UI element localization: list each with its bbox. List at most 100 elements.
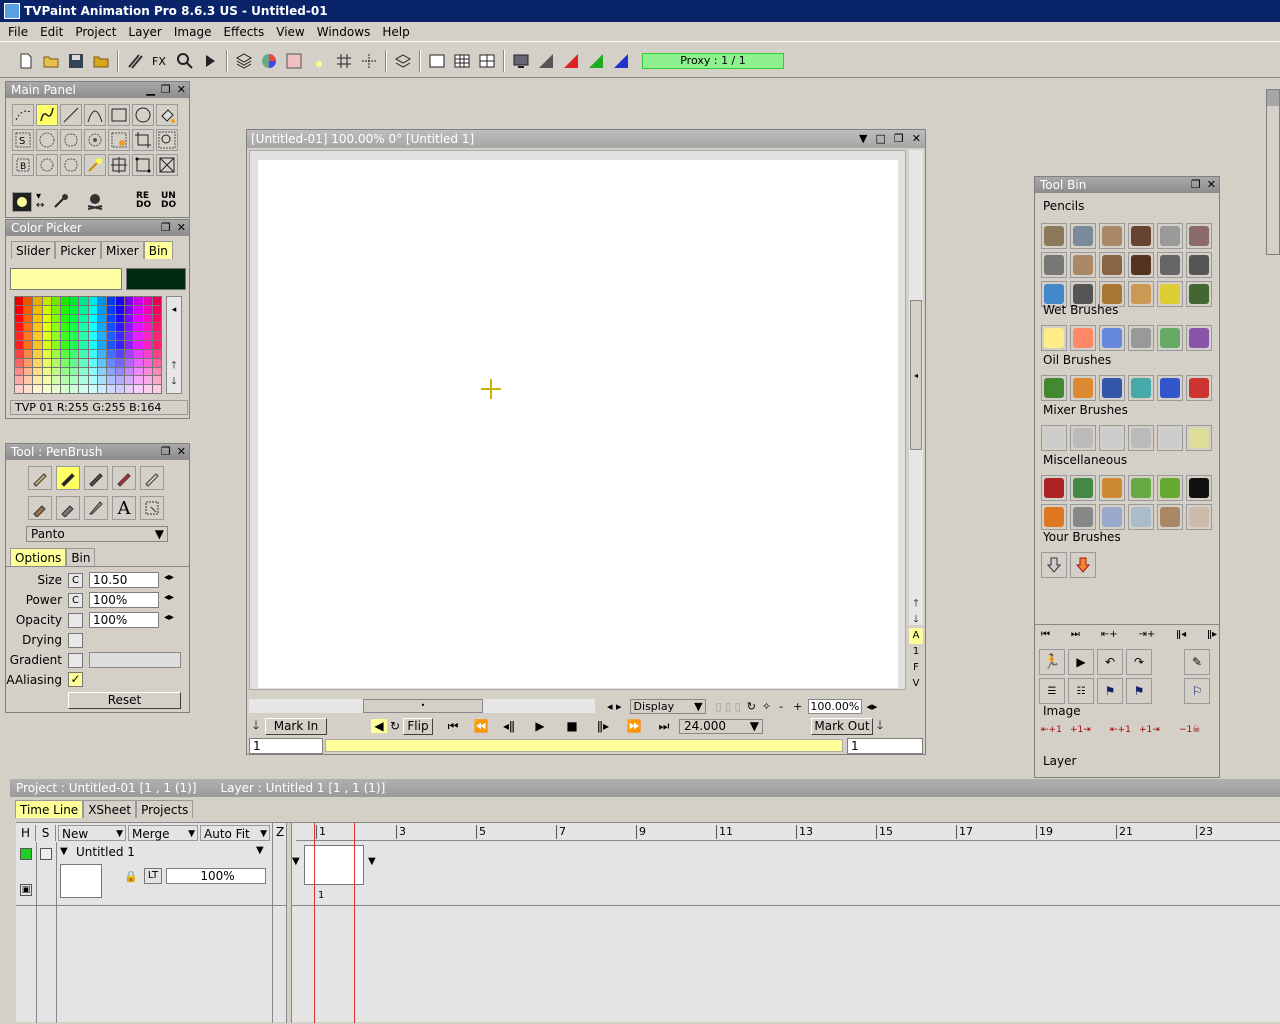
color-swatch[interactable] — [15, 332, 24, 341]
color-swatch[interactable] — [97, 349, 106, 358]
wand-tool-icon[interactable] — [84, 154, 106, 176]
color-swatch[interactable] — [88, 376, 97, 385]
color-swatch[interactable] — [33, 349, 42, 358]
gradient-checkbox[interactable] — [68, 653, 83, 668]
step-forward-icon[interactable]: ǁ▸ — [1207, 629, 1217, 640]
color-swatch[interactable] — [79, 341, 88, 349]
image-dup-after-icon[interactable]: +1⇥ — [1139, 725, 1165, 735]
color-swatch[interactable] — [15, 323, 24, 332]
color-swatch[interactable] — [106, 367, 116, 376]
color-swatch[interactable] — [116, 358, 125, 367]
restore-icon[interactable]: ❐ — [161, 82, 171, 98]
color-swatch[interactable] — [106, 323, 116, 332]
color-swatch[interactable] — [33, 358, 42, 367]
color-swatch[interactable] — [116, 349, 125, 358]
airbrush-icon[interactable] — [56, 496, 80, 520]
power-stepper-icon[interactable]: ◂▸ — [164, 592, 174, 603]
color-swatch[interactable] — [79, 367, 88, 376]
color-swatch[interactable] — [60, 358, 70, 367]
flip-button[interactable]: Flip — [403, 717, 433, 735]
color-swatch[interactable] — [134, 341, 143, 349]
frame-start-field[interactable]: 1 — [249, 737, 323, 754]
color-swatch[interactable] — [97, 297, 106, 305]
color-swatch[interactable] — [116, 314, 125, 323]
color-swatch[interactable] — [79, 332, 88, 341]
color-swatch[interactable] — [33, 305, 42, 314]
horizontal-scroll-thumb[interactable]: • — [363, 699, 483, 713]
channel-blue-icon[interactable] — [609, 49, 633, 73]
size-stepper-icon[interactable]: ◂▸ — [164, 572, 174, 583]
image-insert-icon[interactable]: ⇤+1 — [1041, 725, 1067, 735]
color-swatch[interactable] — [51, 323, 60, 332]
color-swatch[interactable] — [15, 358, 24, 367]
color-swatch[interactable] — [79, 358, 88, 367]
color-swatch[interactable] — [15, 385, 24, 393]
color-swatch[interactable] — [70, 358, 79, 367]
color-swatch[interactable] — [116, 305, 125, 314]
eyedropper-icon[interactable] — [52, 192, 70, 213]
color-swatch[interactable] — [33, 341, 42, 349]
brush-mode-select[interactable]: Panto ▼ — [26, 526, 168, 542]
color-swatch[interactable] — [125, 358, 134, 367]
image-dup-icon[interactable]: ⇤+1 — [1110, 725, 1136, 735]
last-frame-icon[interactable]: ⏭ — [649, 719, 679, 734]
color-swatch[interactable] — [88, 367, 97, 376]
color-swatch[interactable] — [125, 323, 134, 332]
color-swatch[interactable] — [60, 305, 70, 314]
color-swatch[interactable] — [51, 305, 60, 314]
merge-select[interactable]: Merge ▼ — [128, 825, 198, 841]
block-lasso-icon[interactable] — [60, 154, 82, 176]
minimize-icon[interactable]: ▁ — [146, 82, 154, 98]
brush-preset-icon[interactable] — [1186, 425, 1212, 451]
brush-preset-icon[interactable] — [1186, 223, 1212, 249]
stack-icon[interactable] — [391, 49, 415, 73]
menu-file[interactable]: File — [2, 22, 34, 42]
warp-tool-icon[interactable] — [132, 154, 154, 176]
grid-icon[interactable] — [332, 49, 356, 73]
brush-preset-icon[interactable] — [1099, 375, 1125, 401]
color-swatch[interactable] — [143, 349, 152, 358]
color-bin-scrollbar[interactable]: ◂ 🡑 🡓 — [166, 296, 182, 394]
color-swatch[interactable] — [125, 305, 134, 314]
color-bin-grid[interactable] — [14, 296, 162, 394]
stop-button-icon[interactable]: ■ — [557, 719, 587, 733]
color-swatch[interactable] — [116, 332, 125, 341]
color-swatch[interactable] — [88, 349, 97, 358]
color-swatch[interactable] — [143, 385, 152, 393]
new-layer-select[interactable]: New ▼ — [58, 825, 126, 841]
color-swatch[interactable] — [116, 297, 125, 305]
color-swatch[interactable] — [42, 305, 51, 314]
color-swatch[interactable] — [152, 305, 161, 314]
color-swatch[interactable] — [106, 305, 116, 314]
frame-ruler[interactable]: 1 3 5 7 9 11 13 15 17 19 21 23 — [296, 823, 1280, 841]
timeline-splitter[interactable] — [286, 823, 292, 1023]
brush-preset-icon[interactable] — [1128, 281, 1154, 307]
brush-preset-icon[interactable] — [1128, 475, 1154, 501]
color-swatch[interactable] — [79, 385, 88, 393]
color-swatch[interactable] — [116, 367, 125, 376]
color-swatch[interactable] — [33, 297, 42, 305]
color-swatch[interactable] — [152, 367, 161, 376]
brush-preset-icon[interactable] — [1099, 223, 1125, 249]
color-swatch[interactable] — [125, 385, 134, 393]
color-swatch[interactable] — [116, 376, 125, 385]
bounds-icon[interactable]: ▯ ▯ ▯ — [716, 700, 741, 713]
color-swatch[interactable] — [106, 349, 116, 358]
color-swatch[interactable] — [70, 376, 79, 385]
view-quad-icon[interactable] — [475, 49, 499, 73]
brush-preset-icon[interactable] — [1041, 375, 1067, 401]
brush-preset-icon[interactable] — [1099, 475, 1125, 501]
color-swatch[interactable] — [88, 314, 97, 323]
curve-tool-icon[interactable] — [84, 104, 106, 126]
color-swatch[interactable] — [79, 314, 88, 323]
flag-alt-icon[interactable]: ⚑ — [1126, 678, 1152, 704]
color-swatch[interactable] — [97, 323, 106, 332]
brush-icon[interactable] — [28, 496, 52, 520]
brush-preset-icon[interactable] — [1157, 223, 1183, 249]
layer-row[interactable]: ▣ ▼ Untitled 1 ▼ 🔒 LT 100% ▼ ▼ 1 — [16, 842, 1280, 906]
color-swatch[interactable] — [152, 349, 161, 358]
color-swatch[interactable] — [97, 367, 106, 376]
clip-icon[interactable]: ✎ — [1184, 649, 1210, 675]
color-swatch[interactable] — [143, 332, 152, 341]
color-swatch[interactable] — [33, 376, 42, 385]
